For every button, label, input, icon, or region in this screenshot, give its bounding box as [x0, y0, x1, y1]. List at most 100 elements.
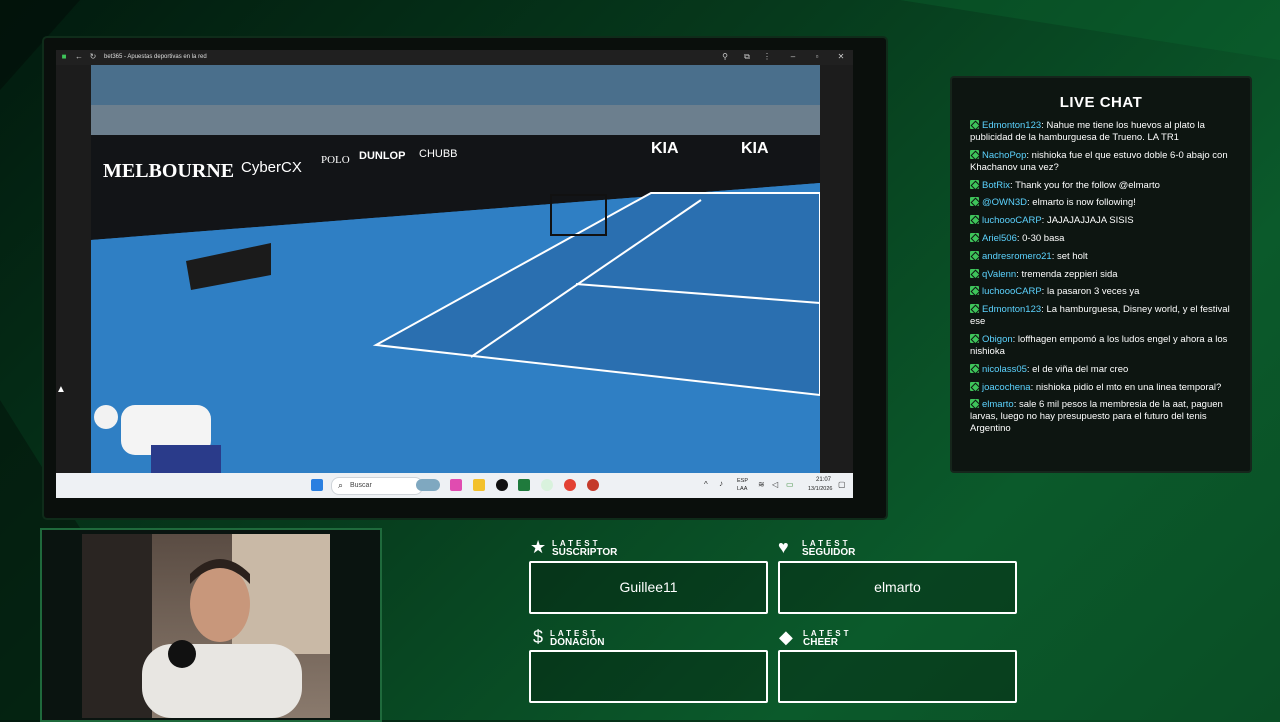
- label-big: SUSCRIPTOR: [552, 547, 618, 558]
- webcam-feed: [82, 534, 330, 718]
- search-placeholder: Buscar: [350, 482, 372, 489]
- back-arrow-icon[interactable]: ←: [74, 52, 84, 62]
- latest-donation-box: [529, 650, 768, 703]
- ad-cybercx: CyberCX: [241, 159, 302, 176]
- chat-message: andresromero21: set holt: [970, 250, 1242, 263]
- chat-message: elmarto: sale 6 mil pesos la membresia d…: [970, 399, 1223, 435]
- chat-message: Obigon: loffhagen empomó a los ludos eng…: [970, 333, 1228, 357]
- extensions-icon[interactable]: ⧉: [742, 52, 752, 62]
- zoom-icon[interactable]: ⚲: [720, 52, 730, 62]
- mouse-cursor-icon: ▲: [56, 384, 66, 395]
- latest-cheer-box: [778, 650, 1017, 703]
- chat-text: la pasaron 3 veces ya: [1046, 286, 1140, 298]
- chat-badge-icon: [970, 197, 979, 207]
- webcam-scene: [82, 534, 330, 718]
- menu-dots-icon[interactable]: ⋮: [762, 52, 772, 62]
- live-chat-title: LIVE CHAT: [1059, 94, 1143, 111]
- ad-kia-1: KIA: [651, 140, 679, 157]
- live-chat-panel: LIVE CHAT Edmonton123: Nahue me tiene lo…: [950, 76, 1252, 473]
- dollar-icon: $: [533, 627, 544, 647]
- chat-username: luchoooCARP: [982, 286, 1042, 298]
- battery-icon[interactable]: ▭: [786, 480, 794, 489]
- ad-melbourne: MELBOURNE: [103, 160, 234, 182]
- chat-badge-icon: [970, 363, 979, 373]
- chat-badge-icon: [970, 250, 979, 260]
- close-icon[interactable]: ✕: [836, 52, 846, 62]
- latest-subscriber-label: LATEST SUSCRIPTOR: [552, 539, 618, 558]
- reload-icon[interactable]: ↻: [88, 52, 98, 62]
- chat-username: @OWN3D: [982, 197, 1028, 209]
- clock-date: 13/1/2026: [808, 486, 833, 492]
- chat-badge-icon: [970, 333, 979, 343]
- chat-username: BotRix: [982, 179, 1010, 191]
- chat-username: andresromero21: [982, 250, 1052, 262]
- chevron-up-icon[interactable]: ^: [704, 480, 708, 489]
- chat-username: qValenn: [982, 268, 1017, 280]
- chat-badge-icon: [970, 179, 979, 189]
- latest-cheer-label: LATEST CHEER: [803, 629, 852, 648]
- chat-badge-icon: [970, 232, 979, 242]
- chat-message-list: Edmonton123: Nahue me tiene los huevos a…: [970, 120, 1242, 441]
- clock-time[interactable]: 21:07: [816, 477, 831, 483]
- file-explorer-icon[interactable]: [473, 479, 485, 491]
- notifications-icon[interactable]: ▢: [838, 480, 846, 489]
- label-big: CHEER: [803, 637, 839, 648]
- microphone-icon[interactable]: ♪: [719, 479, 723, 488]
- video-letterbox-left: [56, 65, 91, 473]
- chat-message: joacochena: nishioka pidio el mto en una…: [970, 381, 1242, 394]
- chat-text: tremenda zeppieri sida: [1021, 268, 1118, 280]
- chat-text: el de viña del mar creo: [1032, 363, 1129, 375]
- bet365-app-icon[interactable]: [518, 479, 530, 491]
- ad-chubb: CHUBB: [419, 148, 458, 160]
- chat-username: elmarto: [982, 399, 1014, 411]
- video-letterbox-right: [820, 65, 853, 473]
- heart-icon: ♥: [778, 537, 789, 557]
- chat-text: Thank you for the follow @elmarto: [1015, 179, 1160, 191]
- chat-message: qValenn: tremenda zeppieri sida: [970, 268, 1242, 281]
- chat-message: luchoooCARP: JAJAJAJJAJA SISIS: [970, 215, 1242, 227]
- chat-message: Edmonton123: Nahue me tiene los huevos a…: [970, 120, 1205, 143]
- chat-badge-icon: [970, 399, 979, 409]
- volume-icon[interactable]: ◁: [772, 480, 778, 489]
- star-icon: ★: [530, 537, 547, 557]
- minimize-icon[interactable]: –: [788, 52, 798, 62]
- language-indicator[interactable]: ESP: [737, 478, 748, 484]
- language-sub-indicator: LAA: [737, 486, 748, 492]
- label-big: DONACIÓN: [550, 637, 605, 648]
- taskbar-search-box[interactable]: ⌕ Buscar: [331, 477, 423, 495]
- chat-badge-icon: [970, 268, 979, 278]
- chat-badge-icon: [970, 286, 979, 296]
- chat-username: Edmonton123: [982, 120, 1042, 131]
- tennis-scene: MELBOURNE CyberCX POLO DUNLOP CHUBB KIA …: [91, 65, 820, 473]
- chat-badge-icon: [970, 215, 979, 225]
- copilot-icon[interactable]: [450, 479, 462, 491]
- diamond-icon: ◆: [779, 627, 793, 647]
- label-big: SEGUIDOR: [802, 547, 856, 558]
- tiktok-icon[interactable]: [496, 479, 508, 491]
- windows-start-icon[interactable]: [311, 479, 323, 491]
- weather-widget-icon[interactable]: [416, 479, 440, 491]
- bet365-favicon-icon: ■: [61, 52, 67, 61]
- restore-icon[interactable]: ▫: [812, 52, 822, 62]
- whatsapp-icon[interactable]: [541, 479, 553, 491]
- chat-username: Edmonton123: [982, 304, 1042, 316]
- wifi-icon[interactable]: ≋: [758, 480, 765, 489]
- ad-kia-2: KIA: [741, 140, 769, 157]
- chat-badge-icon: [970, 381, 979, 391]
- chat-text: set holt: [1057, 250, 1088, 262]
- browser-titlebar: ■ ← ↻ bet365 - Apuestas deportivas en la…: [56, 50, 853, 65]
- chrome-icon[interactable]: [564, 479, 576, 491]
- tennis-video[interactable]: MELBOURNE CyberCX POLO DUNLOP CHUBB KIA …: [91, 65, 820, 473]
- chat-text: JAJAJAJJAJA SISIS: [1046, 215, 1134, 227]
- chat-message: @OWN3D: elmarto is now following!: [970, 197, 1242, 209]
- app-red-icon[interactable]: [587, 479, 599, 491]
- chat-message: Ariel506: 0-30 basa: [970, 232, 1242, 245]
- chat-username: NachoPop: [982, 149, 1027, 161]
- chat-badge-icon: [970, 120, 979, 129]
- browser-window: ■ ← ↻ bet365 - Apuestas deportivas en la…: [56, 50, 853, 498]
- windows-taskbar: ⌕ Buscar ^ ♪ ESP LAA ≋ ◁ ▭ 21:07 13/1/20…: [56, 473, 853, 498]
- chat-text: nishioka pidio el mto en una linea tempo…: [1035, 381, 1222, 393]
- latest-donation-label: LATEST DONACIÓN: [550, 629, 605, 648]
- chat-message: BotRix: Thank you for the follow @elmart…: [970, 179, 1242, 192]
- chat-text: elmarto is now following!: [1032, 197, 1136, 209]
